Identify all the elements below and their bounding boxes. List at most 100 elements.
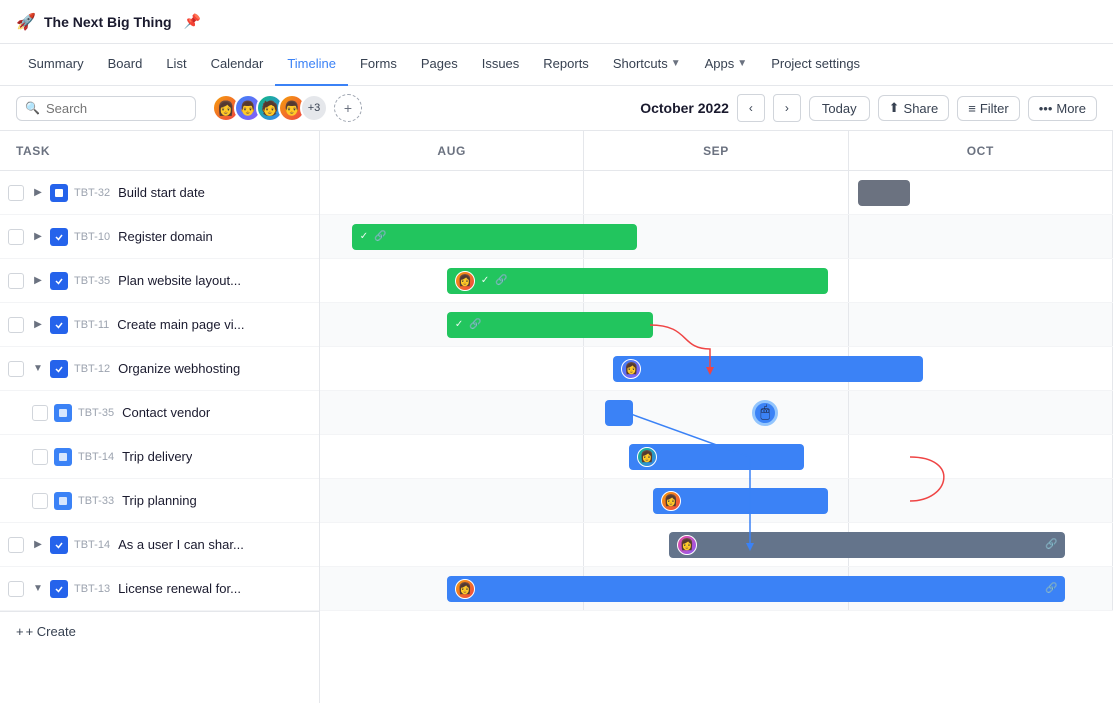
gantt-cell-aug bbox=[320, 171, 584, 214]
expand-button[interactable]: ▶ bbox=[30, 537, 46, 553]
task-icon bbox=[54, 404, 72, 422]
tab-shortcuts[interactable]: Shortcuts ▼ bbox=[601, 44, 693, 86]
chevron-down-icon: ▼ bbox=[737, 58, 747, 69]
check-icon: ✓ bbox=[455, 319, 463, 330]
task-icon bbox=[54, 492, 72, 510]
today-button[interactable]: Today bbox=[809, 96, 870, 121]
month-label: October 2022 bbox=[640, 100, 729, 116]
task-checkbox[interactable] bbox=[8, 273, 24, 289]
more-button[interactable]: ••• More bbox=[1028, 96, 1097, 121]
table-row[interactable]: ▶ TBT-32 Build start date bbox=[0, 171, 319, 215]
gantt-cell-oct bbox=[849, 479, 1113, 522]
task-checkbox[interactable] bbox=[8, 185, 24, 201]
gantt-bar-build-start[interactable] bbox=[858, 180, 910, 206]
task-checkbox[interactable] bbox=[8, 537, 24, 553]
expand-button[interactable]: ▶ bbox=[30, 317, 46, 333]
main-content: Task ▶ TBT-32 Build start date ▶ TBT-10 … bbox=[0, 131, 1113, 703]
tab-reports[interactable]: Reports bbox=[531, 44, 601, 86]
gantt-bar-register-domain[interactable]: ✓ 🔗 bbox=[352, 224, 637, 250]
task-checkbox[interactable] bbox=[8, 317, 24, 333]
gantt-cell-oct bbox=[849, 215, 1113, 258]
tab-forms[interactable]: Forms bbox=[348, 44, 409, 86]
next-month-button[interactable]: › bbox=[773, 94, 801, 122]
task-name: Trip planning bbox=[122, 493, 197, 508]
link-icon: 🔗 bbox=[469, 319, 481, 330]
gantt-row: 👩 🔗 bbox=[320, 567, 1113, 611]
gantt-cell-oct bbox=[849, 435, 1113, 478]
gantt-cell-aug bbox=[320, 523, 584, 566]
link-icon: 🔗 bbox=[374, 231, 386, 242]
table-row[interactable]: ▶ TBT-35 Plan website layout... bbox=[0, 259, 319, 303]
expand-button[interactable]: ▶ bbox=[30, 273, 46, 289]
gantt-row: 👩 bbox=[320, 347, 1113, 391]
gantt-sep-header: SEP bbox=[584, 131, 848, 170]
tab-timeline[interactable]: Timeline bbox=[275, 44, 348, 86]
task-checkbox[interactable] bbox=[32, 405, 48, 421]
search-icon: 🔍 bbox=[25, 101, 40, 115]
avatar-count[interactable]: +3 bbox=[300, 94, 328, 122]
tab-issues[interactable]: Issues bbox=[470, 44, 532, 86]
gantt-bar-license[interactable]: 👩 🔗 bbox=[447, 576, 1066, 602]
tab-calendar[interactable]: Calendar bbox=[199, 44, 276, 86]
gantt-bar-trip-planning[interactable]: 👩 bbox=[653, 488, 827, 514]
gantt-header: AUG SEP OCT bbox=[320, 131, 1113, 171]
expand-button[interactable]: ▼ bbox=[30, 581, 46, 597]
gantt-cell-aug bbox=[320, 435, 584, 478]
tab-summary[interactable]: Summary bbox=[16, 44, 96, 86]
search-input[interactable] bbox=[46, 101, 176, 116]
gantt-aug-header: AUG bbox=[320, 131, 584, 170]
task-checkbox[interactable] bbox=[8, 229, 24, 245]
table-row[interactable]: ▶ TBT-14 As a user I can shar... bbox=[0, 523, 319, 567]
table-row[interactable]: TBT-35 Contact vendor bbox=[0, 391, 319, 435]
task-checkbox[interactable] bbox=[8, 581, 24, 597]
toolbar: 🔍 👩 👨 🧑 👨 +3 + October 2022 ‹ › Today ⬆ … bbox=[0, 86, 1113, 131]
task-checkbox[interactable] bbox=[8, 361, 24, 377]
task-id: TBT-14 bbox=[74, 539, 110, 551]
check-icon: ✓ bbox=[360, 231, 368, 242]
avatar: 👩 bbox=[455, 271, 475, 291]
task-name: Organize webhosting bbox=[118, 361, 240, 376]
expand-button[interactable]: ▶ bbox=[30, 229, 46, 245]
tab-list[interactable]: List bbox=[154, 44, 198, 86]
task-id: TBT-11 bbox=[74, 319, 109, 331]
pin-icon[interactable]: 📌 bbox=[184, 13, 201, 30]
share-button[interactable]: ⬆ Share bbox=[878, 95, 950, 121]
gantt-bar-webhosting[interactable]: 👩 bbox=[613, 356, 922, 382]
table-row[interactable]: ▶ TBT-11 Create main page vi... bbox=[0, 303, 319, 347]
table-row[interactable]: ▶ TBT-10 Register domain bbox=[0, 215, 319, 259]
tab-apps[interactable]: Apps ▼ bbox=[693, 44, 760, 86]
task-icon bbox=[50, 360, 68, 378]
gantt-bar-trip-delivery[interactable]: 👩 bbox=[629, 444, 803, 470]
share-icon: ⬆ bbox=[889, 100, 900, 116]
gantt-bar-user-share[interactable]: 👩 🔗 bbox=[669, 532, 1066, 558]
table-row[interactable]: ▼ TBT-12 Organize webhosting bbox=[0, 347, 319, 391]
gantt-cell-aug bbox=[320, 347, 584, 390]
task-checkbox[interactable] bbox=[32, 449, 48, 465]
avatar: 👩 bbox=[621, 359, 641, 379]
task-id: TBT-35 bbox=[78, 407, 114, 419]
task-icon bbox=[50, 272, 68, 290]
gantt-bar-contact-vendor[interactable] bbox=[605, 400, 633, 426]
table-row[interactable]: TBT-33 Trip planning bbox=[0, 479, 319, 523]
avatar: 👩 bbox=[637, 447, 657, 467]
task-checkbox[interactable] bbox=[32, 493, 48, 509]
gantt-cell-aug bbox=[320, 479, 584, 522]
gantt-bar-plan-website[interactable]: 👩 ✓ 🔗 bbox=[447, 268, 828, 294]
table-row[interactable]: TBT-14 Trip delivery bbox=[0, 435, 319, 479]
expand-button[interactable]: ▼ bbox=[30, 361, 46, 377]
tab-project-settings[interactable]: Project settings bbox=[759, 44, 872, 86]
task-name: Trip delivery bbox=[122, 449, 192, 464]
gantt-row: 🖱 bbox=[320, 391, 1113, 435]
table-row[interactable]: ▼ TBT-13 License renewal for... bbox=[0, 567, 319, 611]
task-column-header: Task bbox=[0, 131, 319, 171]
add-member-button[interactable]: + bbox=[334, 94, 362, 122]
app-title: The Next Big Thing bbox=[44, 14, 172, 30]
search-box[interactable]: 🔍 bbox=[16, 96, 196, 121]
gantt-bar-create-main[interactable]: ✓ 🔗 bbox=[447, 312, 653, 338]
create-button[interactable]: + + Create bbox=[0, 611, 319, 651]
tab-board[interactable]: Board bbox=[96, 44, 155, 86]
filter-button[interactable]: ≡ Filter bbox=[957, 96, 1019, 121]
tab-pages[interactable]: Pages bbox=[409, 44, 470, 86]
expand-button[interactable]: ▶ bbox=[30, 185, 46, 201]
prev-month-button[interactable]: ‹ bbox=[737, 94, 765, 122]
